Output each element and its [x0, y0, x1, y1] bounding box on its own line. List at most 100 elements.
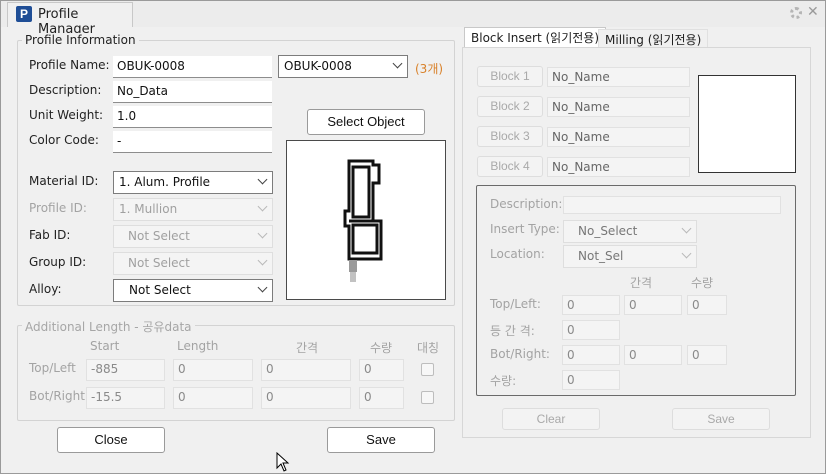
select-object-button[interactable]: Select Object — [307, 109, 425, 135]
additional-length-legend: Additional Length - 공유data — [22, 318, 195, 335]
block-2-name-field: No_Name — [547, 97, 690, 117]
block-bot-right-label: Bot/Right: — [490, 347, 550, 361]
col-header-start: Start — [90, 339, 120, 353]
chevron-down-icon — [257, 228, 268, 239]
bot-right-mirror-checkbox — [421, 391, 434, 404]
chevron-down-icon — [257, 201, 268, 212]
bot-right-gap-field: 0 — [261, 387, 351, 409]
alloy-dropdown[interactable]: Not Select — [113, 279, 273, 302]
bot-right-length-field: 0 — [173, 387, 253, 409]
top-left-mirror-checkbox — [421, 363, 434, 376]
col-header-qty: 수량 — [370, 341, 393, 355]
profile-manager-window: P Profile Manager ✕ Profile Information … — [0, 0, 826, 474]
block-bot-right-field-1: 0 — [562, 345, 620, 365]
insert-type-dropdown: No_Select — [563, 220, 697, 243]
block-top-left-field-3: 0 — [687, 295, 727, 315]
profile-select-value: OBUK-0008 — [284, 59, 352, 73]
alloy-value: Not Select — [129, 283, 191, 297]
chevron-down-icon — [392, 58, 403, 69]
app-logo-icon: P — [16, 6, 32, 22]
chevron-down-icon — [257, 282, 268, 293]
alloy-label: Alloy: — [29, 282, 62, 296]
top-left-qty-field: 0 — [359, 359, 404, 381]
profile-id-value: 1. Mullion — [119, 202, 178, 216]
material-id-label: Material ID: — [29, 174, 99, 188]
mouse-cursor-icon — [276, 452, 290, 472]
row-label-bot-right: Bot/Right — [29, 389, 85, 403]
equal-gap-label: 등 간 격: — [490, 324, 535, 338]
block-4-button: Block 4 — [477, 156, 543, 177]
location-value: Not_Sel — [578, 249, 624, 263]
block-col-qty-header: 수량 — [691, 276, 714, 290]
top-left-gap-field: 0 — [261, 359, 351, 381]
chevron-down-icon — [681, 248, 692, 259]
profile-select-dropdown[interactable]: OBUK-0008 — [278, 55, 408, 78]
block-top-left-label: Top/Left: — [490, 297, 541, 311]
chevron-down-icon — [257, 174, 268, 185]
insert-type-label: Insert Type: — [490, 222, 560, 236]
group-id-label: Group ID: — [29, 255, 87, 269]
insert-type-value: No_Select — [578, 224, 638, 238]
fab-id-value: Not Select — [128, 229, 190, 243]
title-bar: P Profile Manager ✕ — [1, 1, 825, 37]
location-label: Location: — [490, 247, 545, 261]
block-3-name-field: No_Name — [547, 127, 690, 147]
profile-count: (3개) — [415, 62, 444, 76]
unit-weight-field[interactable]: 1.0 — [113, 106, 272, 128]
chevron-down-icon — [257, 255, 268, 266]
fab-id-label: Fab ID: — [29, 228, 71, 242]
equal-gap-field: 0 — [562, 320, 620, 340]
close-button[interactable]: Close — [57, 427, 165, 453]
close-icon[interactable]: ✕ — [807, 4, 819, 20]
group-id-value: Not Select — [128, 256, 190, 270]
profile-id-label: Profile ID: — [29, 201, 87, 215]
col-header-length: Length — [177, 339, 219, 353]
description-label: Description: — [29, 83, 102, 97]
tab-milling[interactable]: Milling (읽기전용) — [598, 29, 709, 49]
block-3-button: Block 3 — [477, 126, 543, 147]
block-description-field — [563, 196, 781, 214]
block-save-button: Save — [672, 408, 770, 430]
color-code-field[interactable]: - — [113, 131, 272, 153]
window-title-tab[interactable]: P Profile Manager — [7, 2, 133, 37]
material-id-dropdown[interactable]: 1. Alum. Profile — [113, 171, 273, 194]
tab-block-insert[interactable]: Block Insert (읽기전용) — [464, 27, 607, 49]
bot-right-start-field: -15.5 — [86, 387, 165, 409]
material-id-value: 1. Alum. Profile — [119, 175, 211, 189]
col-header-mirror: 대칭 — [417, 341, 440, 355]
group-id-dropdown: Not Select — [113, 252, 273, 275]
color-code-label: Color Code: — [29, 133, 99, 147]
profile-name-label: Profile Name: — [29, 58, 110, 72]
block-bot-right-field-3: 0 — [687, 345, 727, 365]
gear-icon[interactable] — [790, 7, 802, 19]
block-qty-field: 0 — [562, 370, 620, 390]
top-left-length-field: 0 — [173, 359, 253, 381]
block-4-name-field: No_Name — [547, 157, 690, 177]
profile-name-field[interactable]: OBUK-0008 — [113, 56, 272, 78]
fab-id-dropdown: Not Select — [113, 225, 273, 248]
block-1-button: Block 1 — [477, 66, 543, 87]
block-bot-right-field-2: 0 — [624, 345, 682, 365]
location-dropdown: Not_Sel — [563, 245, 697, 268]
profile-preview-image — [286, 140, 446, 300]
block-1-name-field: No_Name — [547, 67, 690, 87]
block-col-gap-header: 간격 — [630, 276, 653, 290]
chevron-down-icon — [681, 223, 692, 234]
profile-information-legend: Profile Information — [22, 33, 139, 47]
row-label-top-left: Top/Left — [29, 361, 76, 375]
block-description-label: Description: — [490, 197, 563, 211]
description-field[interactable]: No_Data — [113, 81, 272, 103]
block-2-button: Block 2 — [477, 96, 543, 117]
block-top-left-field-1: 0 — [562, 295, 620, 315]
profile-id-dropdown: 1. Mullion — [113, 198, 273, 221]
block-qty-label: 수량: — [490, 374, 517, 388]
block-preview-image — [698, 75, 796, 173]
unit-weight-label: Unit Weight: — [29, 108, 104, 122]
top-left-start-field: -885 — [86, 359, 165, 381]
profile-section-drawing — [343, 159, 383, 282]
col-header-gap: 간격 — [296, 341, 319, 355]
bot-right-qty-field: 0 — [359, 387, 404, 409]
block-top-left-field-2: 0 — [624, 295, 682, 315]
save-button[interactable]: Save — [327, 427, 435, 453]
block-clear-button: Clear — [502, 408, 600, 430]
